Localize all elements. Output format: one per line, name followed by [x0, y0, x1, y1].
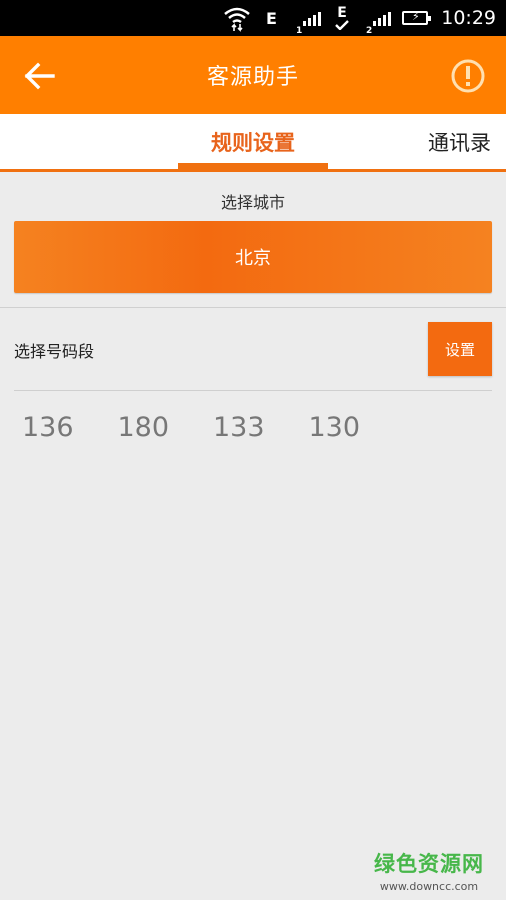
signal-icon-2: 2	[366, 0, 392, 36]
watermark-url: www.downcc.com	[379, 880, 479, 893]
segment-settings-button[interactable]: 设置	[428, 322, 492, 376]
signal-sim-2: 2	[366, 26, 373, 36]
city-label: 选择城市	[220, 193, 285, 212]
app-bar: 客源助手	[0, 36, 506, 114]
data-check-icon: E	[334, 0, 350, 36]
divider	[14, 390, 492, 391]
status-bar: E 1 E 2 ⚡ 10:29	[0, 0, 506, 36]
watermark: 绿色资源网 www.downcc.com	[374, 848, 484, 893]
prefix-item: 180	[117, 412, 170, 443]
prefix-item: 136	[22, 412, 74, 443]
segment-label: 选择号码段	[14, 342, 95, 361]
network-type-1: E	[266, 8, 277, 28]
prefix-item: 130	[308, 412, 361, 443]
watermark-name: 绿色资源网	[374, 852, 484, 876]
tab-rules[interactable]: 规则设置	[178, 114, 328, 169]
exclamation-circle-icon	[451, 59, 485, 93]
prefix-list: 136 180 133 130	[22, 412, 404, 443]
signal-icon-1: 1	[296, 0, 322, 36]
prefix-item: 133	[213, 412, 265, 443]
tab-contacts[interactable]: 通讯录	[428, 114, 506, 169]
battery-icon: ⚡	[402, 0, 431, 36]
city-value: 北京	[235, 248, 271, 269]
tab-bar: 规则设置 通讯录	[0, 114, 506, 172]
city-select-button[interactable]: 北京	[14, 221, 492, 293]
divider	[0, 307, 506, 308]
wifi-icon	[222, 0, 252, 36]
signal-sim-1: 1	[296, 26, 303, 36]
clock: 10:29	[441, 7, 496, 29]
info-button[interactable]	[448, 56, 488, 96]
page-title: 客源助手	[206, 65, 299, 90]
network-type-2: E	[337, 5, 347, 21]
